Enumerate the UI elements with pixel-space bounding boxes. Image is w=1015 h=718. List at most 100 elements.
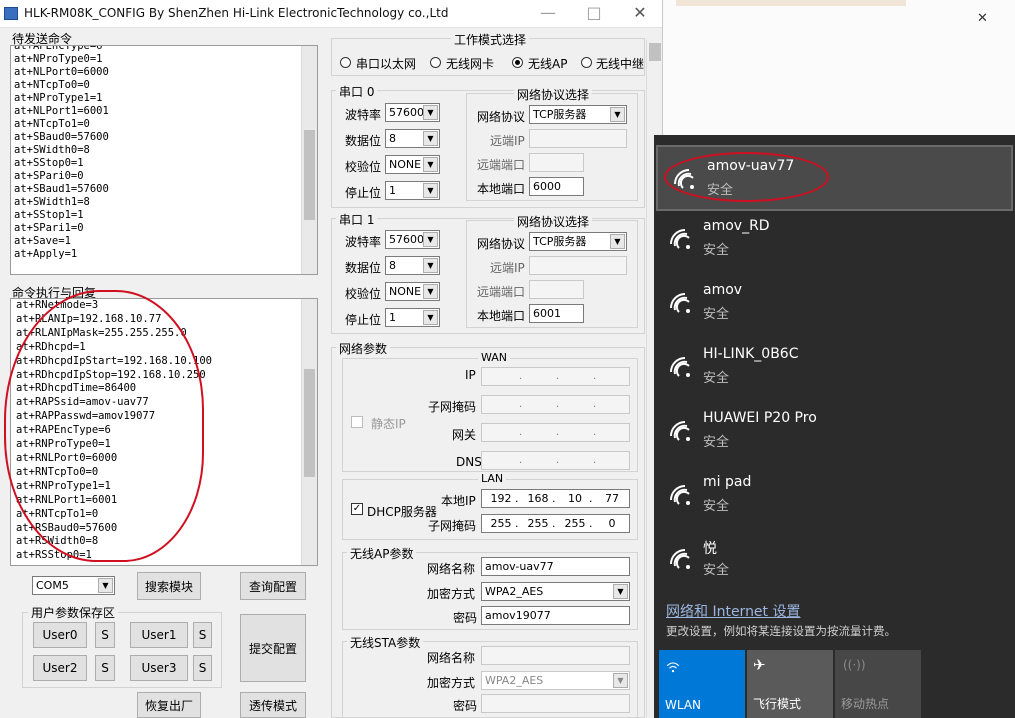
chevron-down-icon: ▼ <box>610 234 625 249</box>
lan-ip-input[interactable]: 192. 168. 10. 77 <box>481 489 630 508</box>
serial1-stop-bits-select[interactable]: 1 ▼ <box>385 308 440 327</box>
wifi-network-name: mi pad <box>703 474 752 490</box>
close-icon[interactable]: ✕ <box>977 11 991 26</box>
ip-dot: . <box>552 492 556 505</box>
dhcp-checkbox[interactable]: ✓ <box>351 503 363 515</box>
response-scroll-thumb[interactable] <box>304 369 315 477</box>
serial0-stop-bits-select[interactable]: 1 ▼ <box>385 181 440 200</box>
mode-radio-3[interactable] <box>581 57 592 68</box>
serial1-remote-port-input[interactable] <box>529 280 584 299</box>
minimize-button[interactable]: — <box>525 0 571 28</box>
sta-ssid-input[interactable] <box>481 646 630 665</box>
passthrough-mode-button[interactable]: 透传模式 <box>240 692 306 718</box>
wifi-signal-icon <box>670 485 690 505</box>
wifi-network-item[interactable]: mi pad 安全 <box>654 463 1015 527</box>
user-params-title: 用户参数保存区 <box>28 604 119 621</box>
airplane-mode-tile[interactable]: ✈ 飞行模式 <box>747 650 833 718</box>
serial1-remote-ip-input[interactable] <box>529 256 627 275</box>
mode-radio-1[interactable] <box>430 57 441 68</box>
com-port-select[interactable]: COM5 ▼ <box>32 576 115 595</box>
submit-config-button[interactable]: 提交配置 <box>240 614 306 682</box>
user1-save-button[interactable]: S <box>193 622 212 648</box>
serial1-data-bits-select[interactable]: 8 ▼ <box>385 256 440 275</box>
serial0-protocol-select[interactable]: TCP服务器 ▼ <box>529 105 627 124</box>
hotspot-tile[interactable]: ((·)) 移动热点 <box>835 650 921 718</box>
serial0-baud-rate-value: 57600 <box>389 106 424 119</box>
sta-pwd-input[interactable] <box>481 694 630 713</box>
ip-dot: . <box>556 455 560 466</box>
ip-dot: . <box>556 399 560 410</box>
serial1-baud-rate-select[interactable]: 57600 ▼ <box>385 230 440 249</box>
serial0-local-port-input[interactable]: 6000 <box>529 177 584 196</box>
lan-title: LAN <box>478 472 507 485</box>
ap-enc-select[interactable]: WPA2_AES ▼ <box>481 582 630 601</box>
lan-mask-input[interactable]: 255. 255. 255. 0 <box>481 514 630 533</box>
mode-option-label: 无线网卡 <box>446 57 495 71</box>
ap-enc-value: WPA2_AES <box>485 585 544 598</box>
config-window: HLK-RM08K_CONFIG By ShenZhen Hi-Link Ele… <box>0 0 663 718</box>
ip-dot: . <box>556 427 560 438</box>
mode-title: 工作模式选择 <box>451 31 530 48</box>
serial1-protocol-select[interactable]: TCP服务器 ▼ <box>529 232 627 251</box>
wifi-network-item[interactable]: 悦安全 <box>654 527 1015 591</box>
wan-ip-field[interactable]: ... <box>481 451 630 470</box>
factory-reset-button[interactable]: 恢复出厂 <box>137 692 201 718</box>
user2-save-button[interactable]: S <box>95 655 115 681</box>
serial1-local-port-input[interactable]: 6001 <box>529 304 584 323</box>
serial1-parity-select[interactable]: NONE ▼ <box>385 282 440 301</box>
wifi-network-item[interactable]: HUAWEI P20 Pro 安全 <box>654 399 1015 463</box>
mode-radio-0[interactable] <box>340 57 351 68</box>
close-button[interactable]: ✕ <box>617 0 662 28</box>
wifi-network-item[interactable]: amov 安全 <box>654 271 1015 335</box>
ip-dot: . <box>519 399 523 410</box>
wan-ip-field[interactable]: ... <box>481 395 630 414</box>
serial1-protocol-title: 网络协议选择 <box>514 213 593 230</box>
sta-enc-select[interactable]: WPA2_AES ▼ <box>481 671 630 690</box>
response-scrollbar[interactable] <box>301 299 317 565</box>
wifi-network-name: 悦 <box>703 541 717 557</box>
ip-dot: . <box>593 455 597 466</box>
wan-ip-field[interactable]: ... <box>481 367 630 386</box>
serial0-data-bits-select[interactable]: 8 ▼ <box>385 129 440 148</box>
serial0-data-bits-label: 数据位 <box>345 134 382 148</box>
ap-ssid-label: 网络名称 <box>427 562 476 576</box>
ap-ssid-input[interactable]: amov-uav77 <box>481 557 630 576</box>
search-module-button[interactable]: 搜索模块 <box>137 572 201 600</box>
user2-button[interactable]: User2 <box>33 655 87 681</box>
serial0-parity-select[interactable]: NONE ▼ <box>385 155 440 174</box>
wifi-network-item[interactable]: amov_RD 安全 <box>654 207 1015 271</box>
serial1-remote-ip-label: 远端IP <box>490 261 525 275</box>
maximize-button[interactable]: □ <box>571 0 617 28</box>
serial1-title: 串口 1 <box>336 211 378 228</box>
ap-pwd-input[interactable]: amov19077 <box>481 606 630 625</box>
mode-option-label: 无线AP <box>528 57 568 71</box>
wlan-tile-label: WLAN <box>665 698 702 712</box>
wan-mask-label: 子网掩码 <box>428 400 477 414</box>
main-scroll-thumb[interactable] <box>649 43 661 61</box>
network-settings-link[interactable]: 网络和 Internet 设置 <box>666 601 801 621</box>
serial0-baud-rate-select[interactable]: 57600 ▼ <box>385 103 440 122</box>
user0-save-button[interactable]: S <box>95 622 115 648</box>
wifi-network-item[interactable]: HI-LINK_0B6C 安全 <box>654 335 1015 399</box>
pending-scrollbar[interactable] <box>301 46 317 274</box>
lan-ip-input-octet: 77 <box>605 492 619 505</box>
pending-commands-box[interactable]: at+APEncType=6 at+NProType0=1 at+NLPort0=6… <box>10 45 318 275</box>
pending-scroll-thumb[interactable] <box>304 130 315 220</box>
wifi-network-name: HUAWEI P20 Pro <box>703 410 817 426</box>
user3-button[interactable]: User3 <box>130 655 188 681</box>
chevron-down-icon: ▼ <box>423 258 438 273</box>
user3-save-button[interactable]: S <box>193 655 212 681</box>
serial0-remote-ip-input[interactable] <box>529 129 627 148</box>
airplane-icon: ✈ <box>753 656 766 674</box>
query-config-button[interactable]: 查询配置 <box>240 572 306 600</box>
serial0-remote-port-input[interactable] <box>529 153 584 172</box>
wifi-signal-icon <box>670 229 690 249</box>
pending-line: at+SPari1=0 <box>14 222 84 234</box>
wan-ip-field[interactable]: ... <box>481 423 630 442</box>
user1-button[interactable]: User1 <box>130 622 188 648</box>
wlan-tile[interactable]: WLAN <box>659 650 745 718</box>
mode-radio-2[interactable] <box>512 57 523 68</box>
wifi-signal-icon <box>670 421 690 441</box>
user0-button[interactable]: User0 <box>33 622 87 648</box>
static-ip-checkbox[interactable] <box>351 416 363 428</box>
